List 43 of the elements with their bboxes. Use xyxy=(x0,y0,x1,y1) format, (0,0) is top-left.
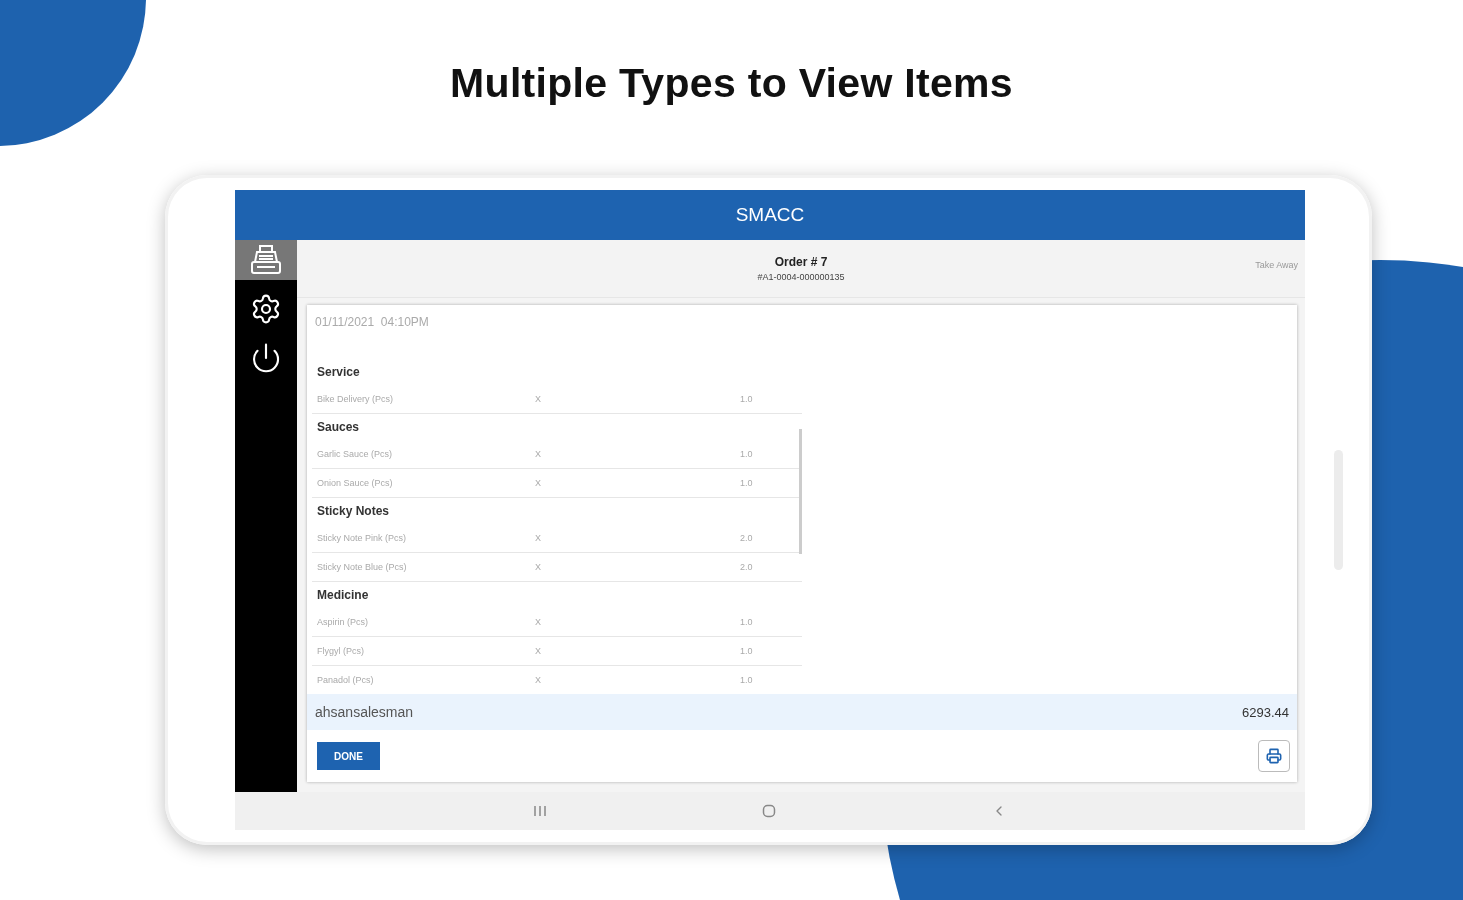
item-times: X xyxy=(535,533,542,543)
order-type: Take Away xyxy=(1255,260,1298,270)
cash-register-icon xyxy=(249,244,283,276)
item-times: X xyxy=(535,562,542,572)
order-date: 01/11/2021 04:10PM xyxy=(315,315,430,331)
settings-icon xyxy=(250,293,282,325)
salesman-name: ahsansalesman xyxy=(315,704,414,720)
order-number: #A1-0004-000000135 xyxy=(757,272,845,282)
item-name: Sticky Note Blue (Pcs) xyxy=(317,562,408,572)
group-heading: Service xyxy=(316,364,361,381)
headline: Multiple Types to View Items xyxy=(450,59,1013,108)
item-name: Bike Delivery (Pcs) xyxy=(317,394,394,404)
item-name: Garlic Sauce (Pcs) xyxy=(317,449,394,459)
group-heading: Medicine xyxy=(316,587,370,604)
item-name: Sticky Note Pink (Pcs) xyxy=(317,533,408,543)
app-title: SMACC xyxy=(735,204,805,226)
printer-icon xyxy=(1266,748,1282,764)
item-quantity: 2.0 xyxy=(740,533,754,543)
item-times: X xyxy=(535,675,542,685)
item-quantity: 1.0 xyxy=(740,646,754,656)
print-button[interactable] xyxy=(1258,740,1290,772)
item-name: Aspirin (Pcs) xyxy=(317,617,369,627)
item-times: X xyxy=(535,394,542,404)
item-name: Onion Sauce (Pcs) xyxy=(317,478,394,488)
item-name: Panadol (Pcs) xyxy=(317,675,375,685)
group-heading: Sticky Notes xyxy=(316,503,391,520)
group-heading: Sauces xyxy=(316,419,361,436)
item-quantity: 1.0 xyxy=(740,675,754,685)
order-total: 6293.44 xyxy=(1242,704,1289,720)
home-icon[interactable] xyxy=(762,804,776,818)
power-icon xyxy=(250,342,282,374)
item-quantity: 1.0 xyxy=(740,617,754,627)
item-times: X xyxy=(535,617,542,627)
item-times: X xyxy=(535,646,542,656)
item-quantity: 1.0 xyxy=(740,394,754,404)
done-button[interactable]: DONE xyxy=(317,742,380,770)
item-quantity: 1.0 xyxy=(740,478,754,488)
item-quantity: 1.0 xyxy=(740,449,754,459)
item-name: Flygyl (Pcs) xyxy=(317,646,365,656)
item-times: X xyxy=(535,449,542,459)
item-quantity: 2.0 xyxy=(740,562,754,572)
order-title: Order # 7 xyxy=(774,255,828,269)
item-times: X xyxy=(535,478,542,488)
